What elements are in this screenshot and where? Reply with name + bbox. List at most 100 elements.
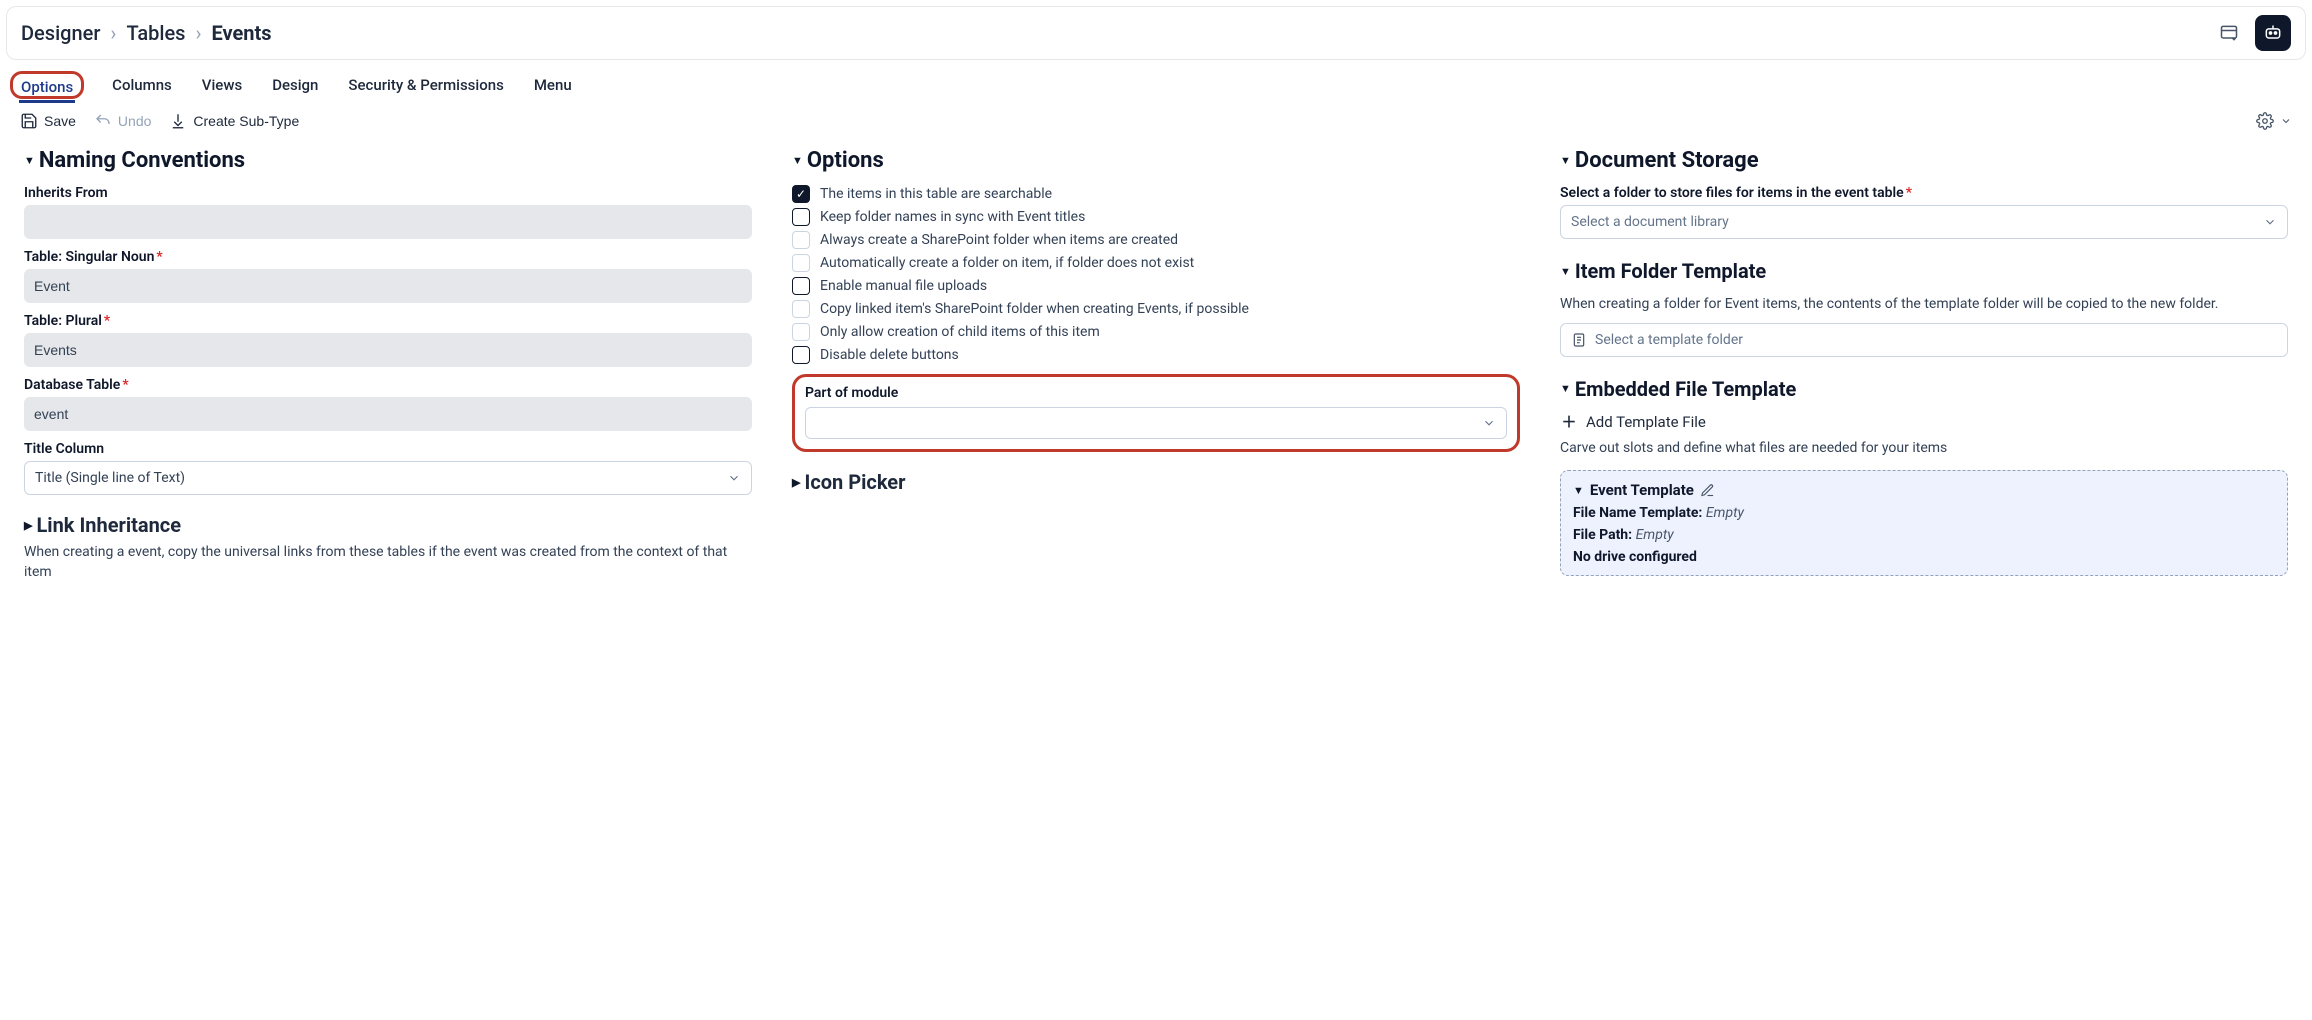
doc-library-select[interactable]: Select a document library — [1560, 205, 2288, 239]
checkbox[interactable] — [792, 277, 810, 295]
expand-icon — [24, 519, 32, 532]
highlight-module: Part of module — [792, 374, 1520, 452]
check-label: The items in this table are searchable — [820, 186, 1052, 202]
doc-library-placeholder: Select a document library — [1571, 214, 1729, 230]
tab-views[interactable]: Views — [200, 70, 244, 100]
crumb-designer[interactable]: Designer — [21, 21, 100, 45]
tpl-header[interactable]: Event Template — [1573, 481, 2275, 499]
template-folder-placeholder: Select a template folder — [1595, 332, 1743, 348]
template-folder-select[interactable]: Select a template folder — [1560, 323, 2288, 357]
main-columns: Naming Conventions Inherits From Table: … — [0, 136, 2312, 594]
add-template-label: Add Template File — [1586, 413, 1706, 431]
check-label: Automatically create a folder on item, i… — [820, 255, 1194, 271]
chevron-down-icon — [727, 471, 741, 485]
check-label: Only allow creation of child items of th… — [820, 324, 1100, 340]
folder-icon — [1571, 332, 1587, 348]
dbtable-input[interactable] — [24, 397, 752, 431]
inherits-input[interactable] — [24, 205, 752, 239]
chevron-right-icon: › — [110, 21, 116, 45]
action-row: Save Undo Create Sub-Type — [0, 100, 2312, 136]
checkbox[interactable] — [792, 231, 810, 249]
titlecol-select[interactable]: Title (Single line of Text) — [24, 461, 752, 495]
tab-columns[interactable]: Columns — [110, 70, 174, 100]
checkbox[interactable] — [792, 323, 810, 341]
expand-icon — [792, 476, 800, 489]
link-inherit-desc: When creating a event, copy the universa… — [24, 543, 752, 582]
item-folder-desc: When creating a folder for Event items, … — [1560, 295, 2288, 315]
checkbox[interactable] — [792, 346, 810, 364]
action-left: Save Undo Create Sub-Type — [20, 112, 299, 130]
assistant-icon[interactable] — [2255, 15, 2291, 51]
breadcrumb: Designer › Tables › Events — [21, 21, 272, 45]
check-label: Keep folder names in sync with Event tit… — [820, 209, 1085, 225]
plural-label: Table: Plural* — [24, 313, 752, 329]
chevron-down-icon — [2263, 215, 2277, 229]
link-inherit-title-text: Link Inheritance — [36, 513, 181, 537]
tpl-nodrive: No drive configured — [1573, 549, 2275, 565]
plural-input[interactable] — [24, 333, 752, 367]
chevron-right-icon: › — [195, 21, 201, 45]
save-button[interactable]: Save — [20, 112, 76, 130]
singular-input[interactable] — [24, 269, 752, 303]
create-subtype-button[interactable]: Create Sub-Type — [169, 112, 299, 130]
checkbox[interactable] — [792, 185, 810, 203]
tab-options[interactable]: Options — [19, 72, 75, 103]
template-box: Event Template File Name Template: Empty… — [1560, 470, 2288, 576]
collapse-icon — [1573, 484, 1584, 497]
embedded-desc: Carve out slots and define what files ar… — [1560, 439, 2288, 459]
naming-title[interactable]: Naming Conventions — [24, 148, 752, 173]
collapse-icon — [1560, 382, 1571, 395]
check-manual-uploads: Enable manual file uploads — [792, 277, 1520, 295]
item-folder-title[interactable]: Item Folder Template — [1560, 259, 2288, 283]
tpl-title: Event Template — [1590, 481, 1694, 499]
check-label: Enable manual file uploads — [820, 278, 987, 294]
collapse-icon — [1560, 154, 1571, 167]
tab-menu[interactable]: Menu — [532, 70, 574, 100]
collapse-icon — [1560, 265, 1571, 278]
check-copy-linked-folder: Copy linked item's SharePoint folder whe… — [792, 300, 1520, 318]
edit-icon[interactable] — [1700, 483, 1715, 498]
tab-design[interactable]: Design — [270, 70, 320, 100]
chevron-down-icon — [2280, 115, 2292, 127]
top-icons — [2213, 15, 2291, 51]
check-disable-delete: Disable delete buttons — [792, 346, 1520, 364]
plus-icon: ＋ — [1560, 413, 1578, 431]
gear-icon — [2256, 112, 2274, 130]
collapse-icon — [24, 154, 35, 167]
tabs: Options Columns Views Design Security & … — [0, 70, 2312, 100]
item-folder-title-text: Item Folder Template — [1575, 259, 1766, 283]
icon-picker-title[interactable]: Icon Picker — [792, 470, 1520, 494]
save-icon — [20, 112, 38, 130]
options-checklist: The items in this table are searchable K… — [792, 185, 1520, 364]
titlecol-label: Title Column — [24, 441, 752, 457]
save-label: Save — [44, 113, 76, 129]
checkbox[interactable] — [792, 208, 810, 226]
check-keep-folder-sync: Keep folder names in sync with Event tit… — [792, 208, 1520, 226]
col-document-storage: Document Storage Select a folder to stor… — [1560, 148, 2288, 582]
dbtable-label: Database Table* — [24, 377, 752, 393]
add-template-button[interactable]: ＋ Add Template File — [1560, 413, 2288, 431]
doc-storage-title-text: Document Storage — [1575, 148, 1759, 173]
icon-picker-title-text: Icon Picker — [804, 470, 905, 494]
checkbox[interactable] — [792, 254, 810, 272]
embedded-title[interactable]: Embedded File Template — [1560, 377, 2288, 401]
crumb-tables[interactable]: Tables — [126, 21, 185, 45]
module-select[interactable] — [805, 407, 1507, 439]
layout-icon[interactable] — [2213, 17, 2245, 49]
top-bar: Designer › Tables › Events — [6, 6, 2306, 60]
chevron-down-icon — [1482, 416, 1496, 430]
doc-storage-title[interactable]: Document Storage — [1560, 148, 2288, 173]
col-naming: Naming Conventions Inherits From Table: … — [24, 148, 752, 582]
undo-button[interactable]: Undo — [94, 112, 151, 130]
settings-menu[interactable] — [2256, 112, 2292, 130]
check-auto-create-folder: Automatically create a folder on item, i… — [792, 254, 1520, 272]
checkbox[interactable] — [792, 300, 810, 318]
options-title[interactable]: Options — [792, 148, 1520, 173]
check-searchable: The items in this table are searchable — [792, 185, 1520, 203]
tpl-fpath: File Path: Empty — [1573, 527, 2275, 543]
singular-label: Table: Singular Noun* — [24, 249, 752, 265]
link-inherit-title[interactable]: Link Inheritance — [24, 513, 752, 537]
inherits-label: Inherits From — [24, 185, 752, 201]
col-options: Options The items in this table are sear… — [792, 148, 1520, 582]
tab-security[interactable]: Security & Permissions — [346, 70, 505, 100]
